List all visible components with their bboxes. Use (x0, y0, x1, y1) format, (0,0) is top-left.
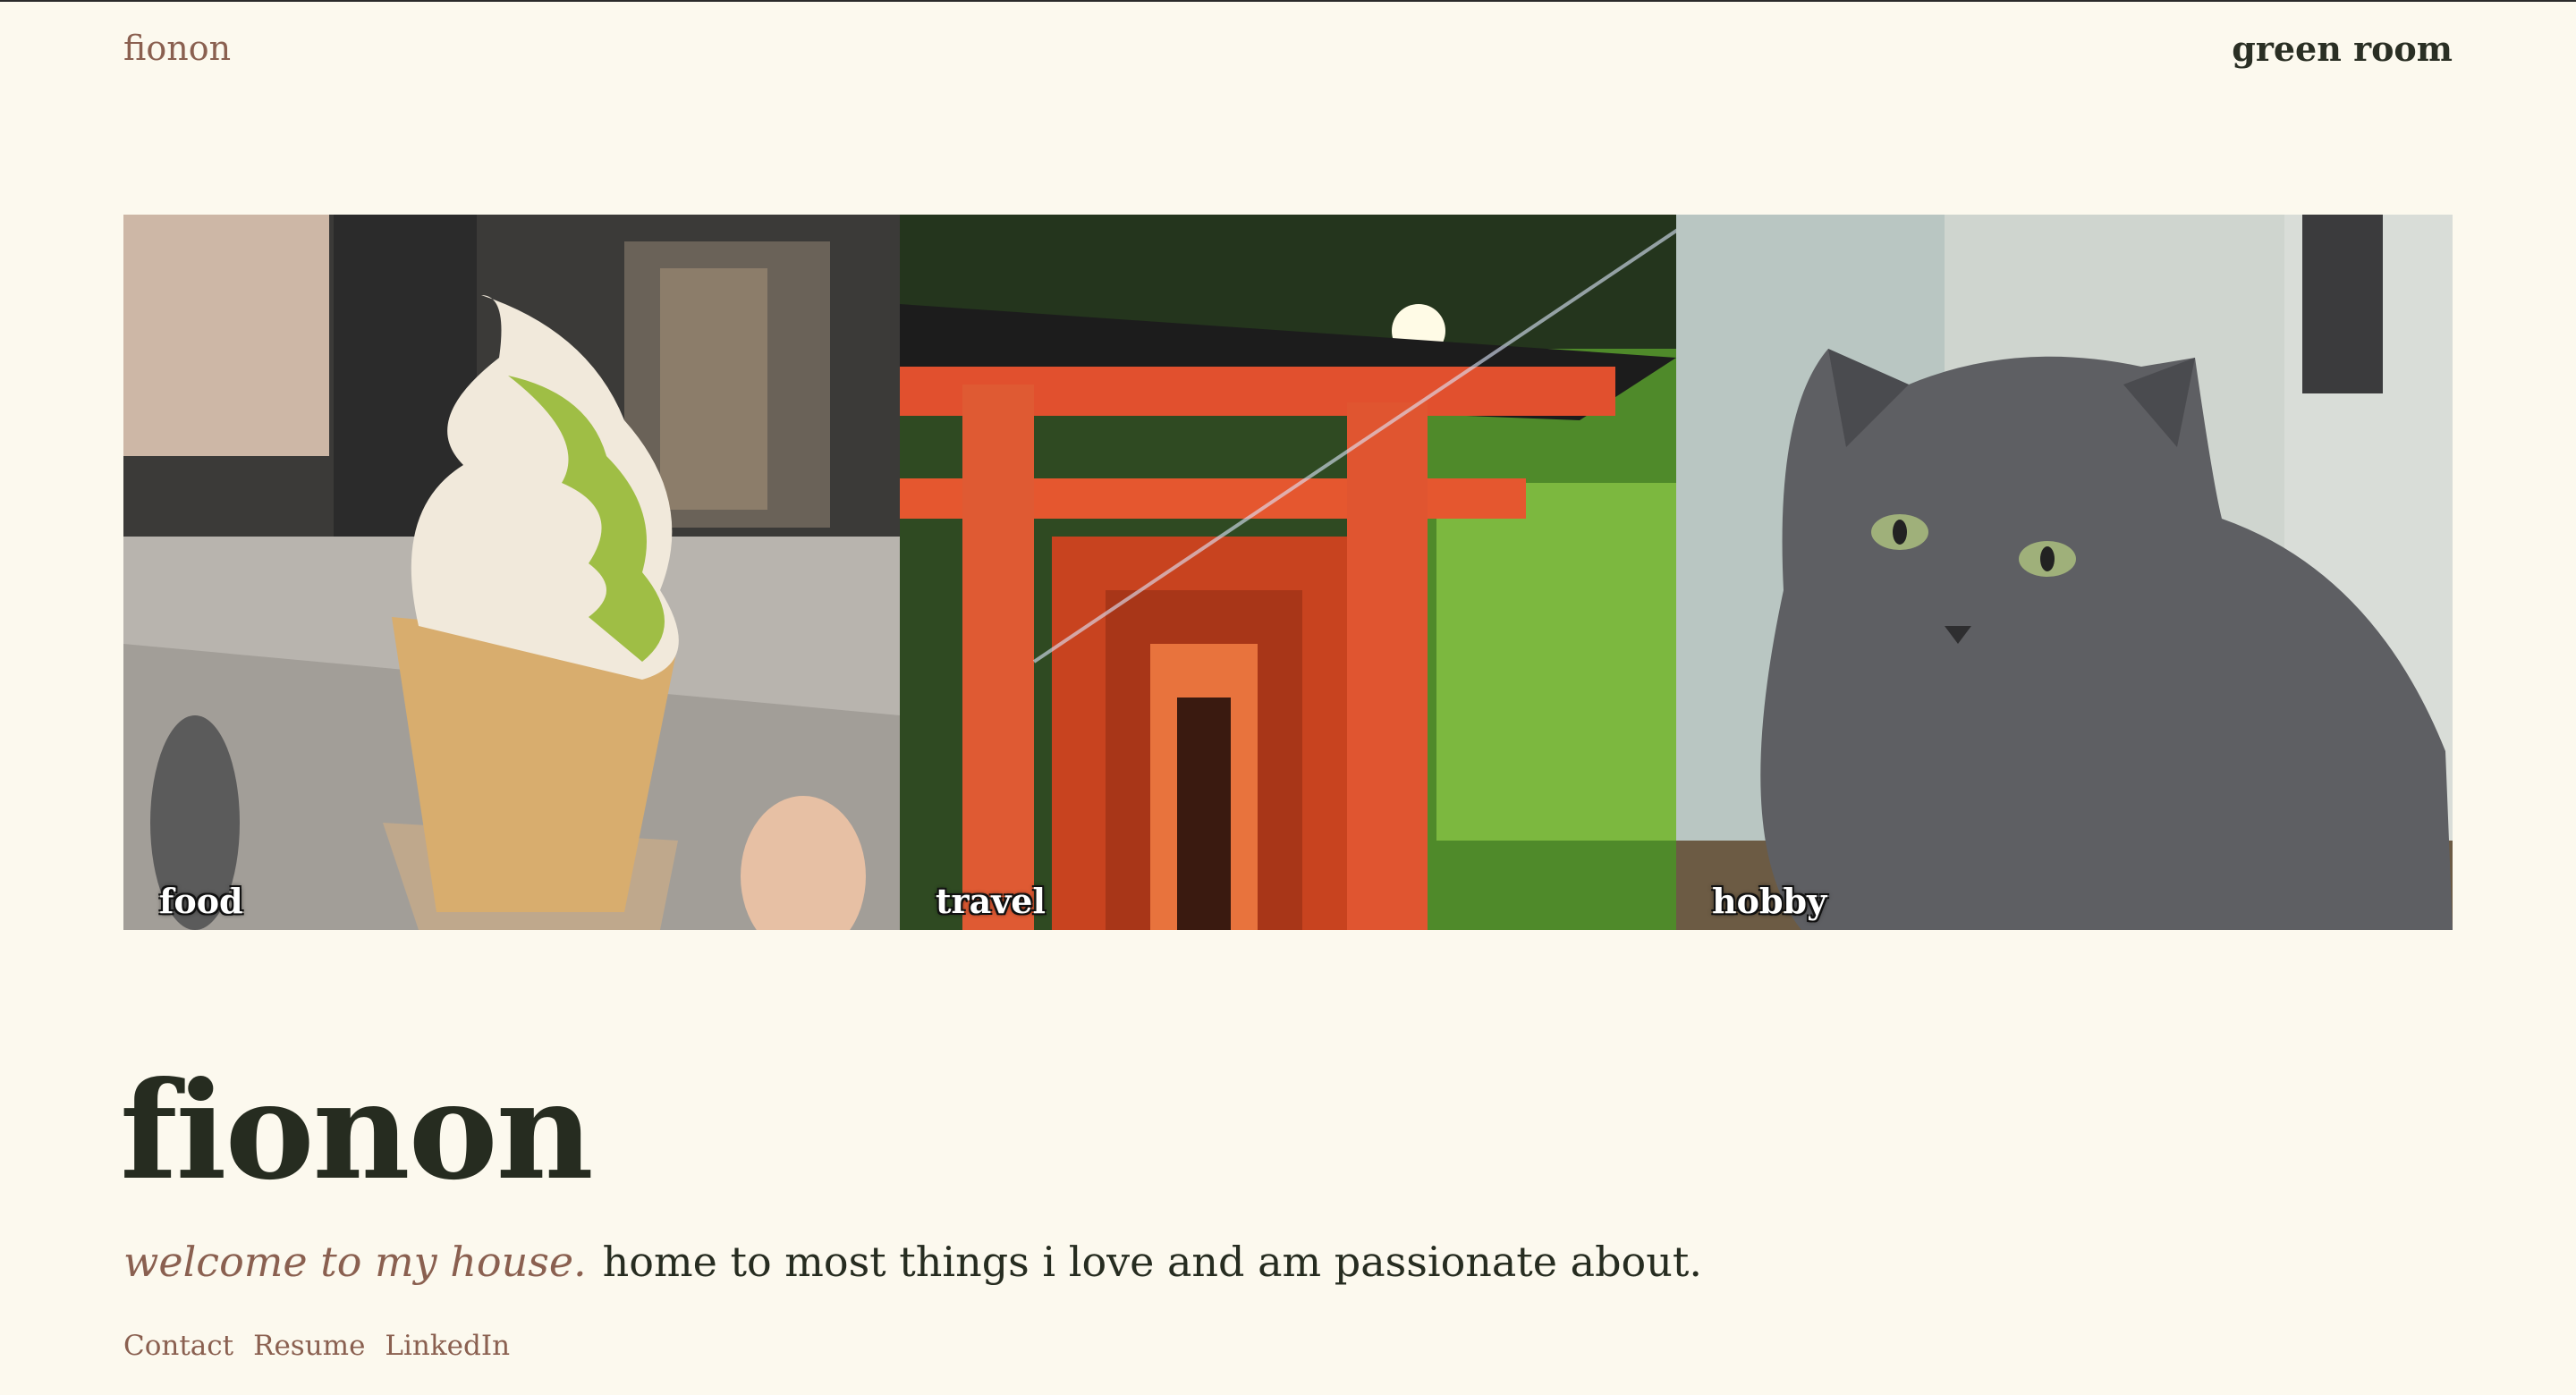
photo-gallery: food travel hobby (123, 215, 2453, 930)
gallery-tile-travel[interactable]: travel (900, 215, 1676, 930)
site-header: fionon green room (123, 23, 2453, 73)
top-border (0, 0, 2576, 2)
tile-label-food: food (159, 881, 243, 921)
torii-gates-photo (900, 215, 1676, 930)
profile-links: Contact Resume LinkedIn (123, 1330, 510, 1362)
brand-link[interactable]: fionon (123, 29, 231, 68)
linkedin-link[interactable]: LinkedIn (385, 1330, 510, 1362)
soft-serve-photo (123, 215, 900, 930)
tile-label-travel: travel (936, 881, 1046, 921)
tagline-text: home to most things i love and am passio… (602, 1238, 1702, 1286)
nav-link-green-room[interactable]: green room (2232, 29, 2453, 69)
resume-link[interactable]: Resume (253, 1330, 365, 1362)
tile-label-hobby: hobby (1712, 881, 1827, 921)
cat-photo (1676, 215, 2453, 930)
contact-link[interactable]: Contact (123, 1330, 233, 1362)
tagline: welcome to my house. home to most things … (123, 1238, 1702, 1286)
gallery-tile-food[interactable]: food (123, 215, 900, 930)
gallery-tile-hobby[interactable]: hobby (1676, 215, 2453, 930)
tagline-emphasis: welcome to my house. (123, 1238, 587, 1286)
page-title: fionon (120, 1053, 594, 1210)
